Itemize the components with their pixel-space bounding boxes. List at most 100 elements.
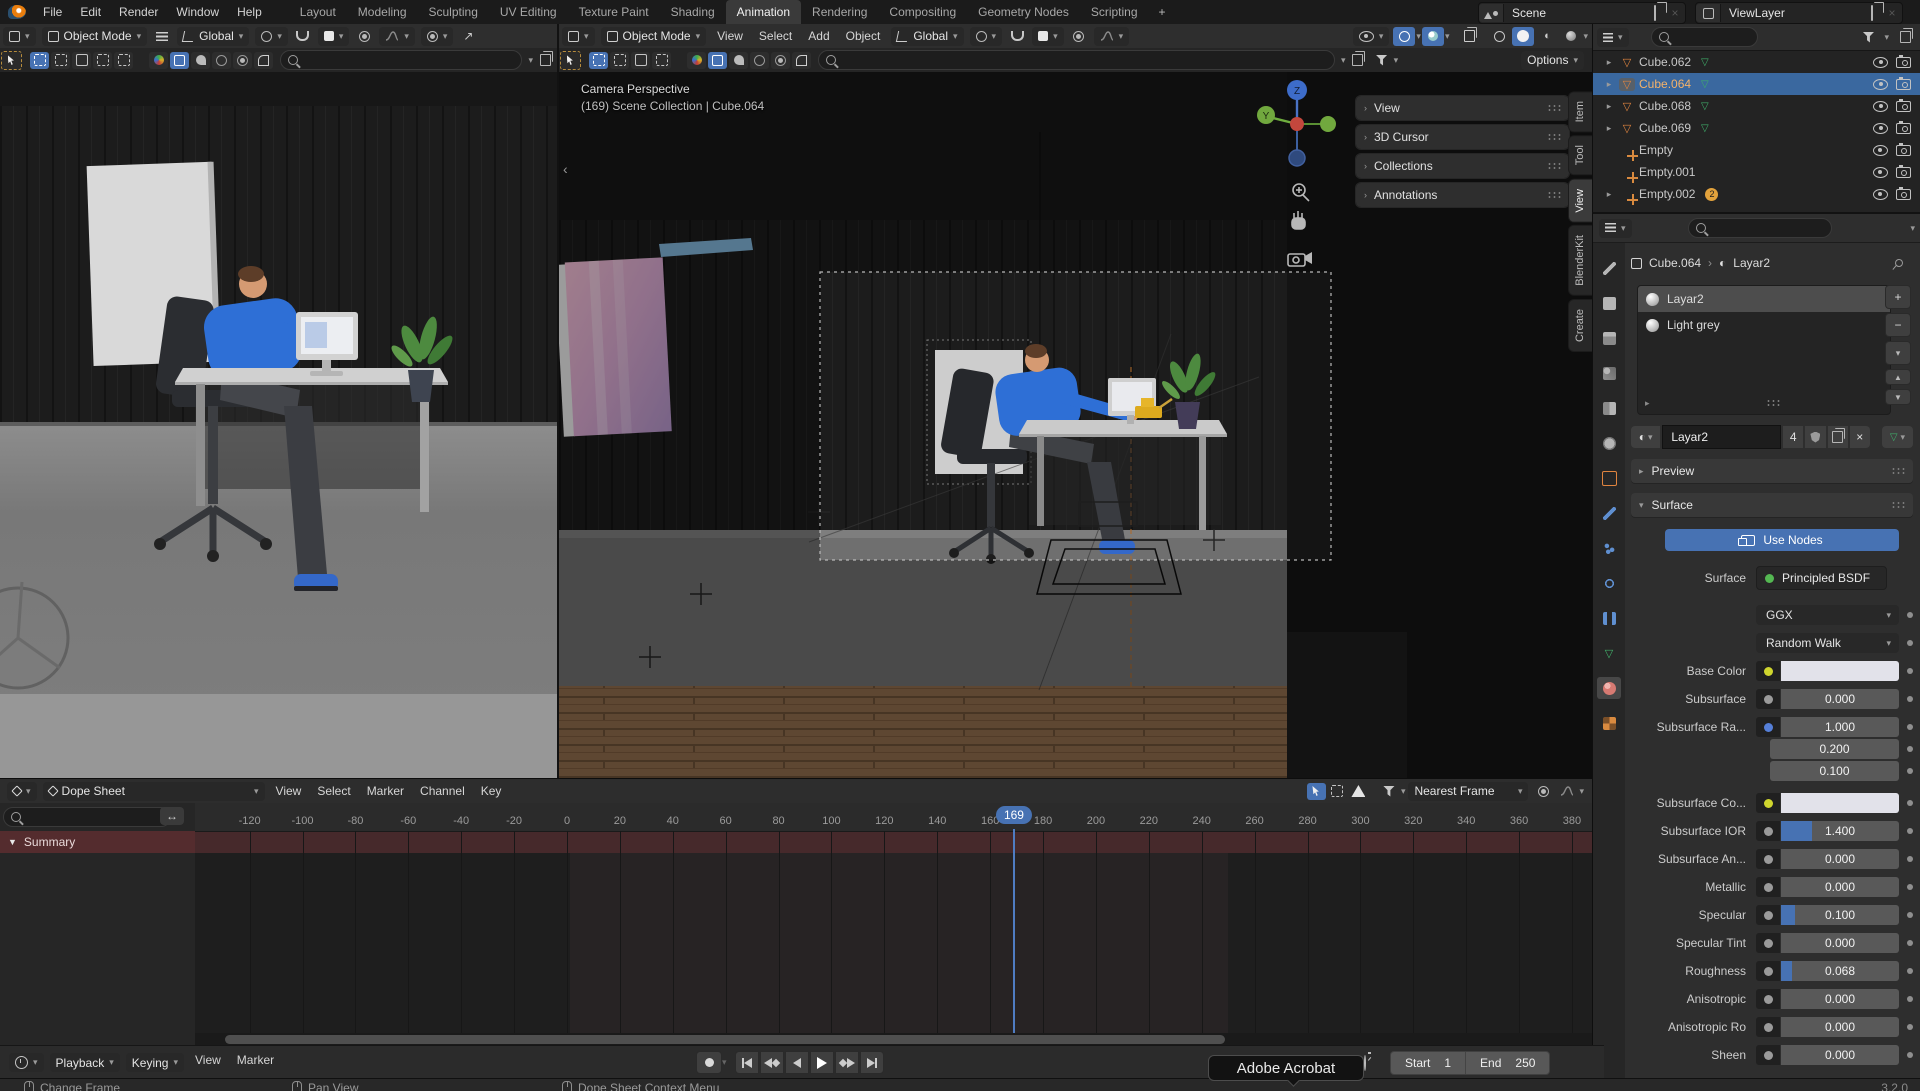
menu-edit[interactable]: Edit <box>71 5 110 19</box>
expand-icon[interactable]: ▸ <box>1645 398 1650 409</box>
viewport-right-scene[interactable]: Z Y ‹ Camera Perspect <box>559 72 1594 778</box>
selection-box-icon[interactable] <box>1328 783 1347 800</box>
search-input[interactable] <box>818 50 1335 70</box>
workspace-tab-animation[interactable]: Animation <box>726 0 801 24</box>
decorator-dot-icon[interactable] <box>1907 1024 1913 1030</box>
dope-sheet-timeline[interactable]: -120-100-80-60-40-2002040608010012014016… <box>195 803 1592 1046</box>
properties-tab-physics[interactable] <box>1597 572 1621 594</box>
decorator-dot-icon[interactable] <box>1907 856 1913 862</box>
disable-in-render-icon[interactable] <box>1896 79 1911 90</box>
select-mode-4-icon[interactable] <box>652 52 671 69</box>
playback-menu-view[interactable]: View <box>187 1053 229 1072</box>
properties-tab-texture[interactable] <box>1597 712 1621 734</box>
viewport-toggle-3-icon[interactable] <box>212 52 231 69</box>
hide-in-viewport-icon[interactable] <box>1873 57 1888 68</box>
sidebar-tab-view[interactable]: View <box>1569 180 1594 222</box>
viewport-toggle-5-icon[interactable] <box>792 52 811 69</box>
unlink-material-button[interactable]: × <box>1850 426 1870 448</box>
playhead-line[interactable] <box>1013 829 1015 1033</box>
outliner-item-cube.068[interactable]: ▸▽Cube.068▽ <box>1593 95 1920 117</box>
decorator-dot-icon[interactable] <box>1907 800 1913 806</box>
prop-roughness[interactable]: Roughness0.068 <box>1631 961 1913 981</box>
properties-options-icon[interactable]: ▾ <box>1910 223 1915 234</box>
properties-tab-world[interactable] <box>1597 432 1621 454</box>
select-mode-1-icon[interactable] <box>589 52 608 69</box>
disable-in-render-icon[interactable] <box>1896 145 1911 156</box>
select-mode-2-icon[interactable] <box>610 52 629 69</box>
fake-user-button[interactable] <box>1805 426 1825 448</box>
hide-in-viewport-icon[interactable] <box>1873 167 1888 178</box>
prop-random-walk[interactable]: Random Walk▾ <box>1631 633 1913 653</box>
material-name-field[interactable]: Layar2 <box>1662 425 1781 449</box>
viewlayer-icon[interactable] <box>1696 4 1721 22</box>
sidebar-tab-item[interactable]: Item <box>1569 92 1594 131</box>
workspace-tab-shading[interactable]: Shading <box>660 0 726 24</box>
play-reverse-button[interactable] <box>785 1051 809 1074</box>
panel-preview[interactable]: ▸ Preview <box>1631 459 1913 483</box>
disable-in-render-icon[interactable] <box>1896 57 1911 68</box>
viewport-toggle-1-icon[interactable] <box>708 52 727 69</box>
proportional-editing-icon[interactable] <box>353 27 375 46</box>
use-nodes-button[interactable]: Use Nodes <box>1665 529 1899 551</box>
viewport-toggle-4-icon[interactable] <box>771 52 790 69</box>
outliner-item-cube.064[interactable]: ▸▽Cube.064▽ <box>1593 73 1920 95</box>
properties-tab-particles[interactable] <box>1597 537 1621 559</box>
viewport-menu-object[interactable]: Object <box>838 29 889 43</box>
outliner-item-empty.002[interactable]: ▸Empty.0022 <box>1593 183 1920 205</box>
decorator-dot-icon[interactable] <box>1907 996 1913 1002</box>
decorator-dot-icon[interactable] <box>1907 912 1913 918</box>
options-dropdown[interactable]: Options▾ <box>1521 51 1584 70</box>
decorator-dot-icon[interactable] <box>1907 668 1913 674</box>
editor-type-dropdown[interactable]: ▾ <box>7 782 37 801</box>
shader-select[interactable]: Principled BSDF <box>1756 566 1887 590</box>
tweak-tool-icon[interactable] <box>560 51 581 70</box>
hamburger-menu-icon[interactable] <box>151 27 173 46</box>
outliner-item-empty.001[interactable]: Empty.001 <box>1593 161 1920 183</box>
properties-tab-render[interactable] <box>1597 292 1621 314</box>
properties-tab-object-data[interactable]: ▽ <box>1597 642 1621 664</box>
sidebar-tab-tool[interactable]: Tool <box>1569 136 1594 174</box>
prop-sheen[interactable]: Sheen0.000 <box>1631 1045 1913 1065</box>
workspace-tab-uv-editing[interactable]: UV Editing <box>489 0 568 24</box>
material-slot-layar2[interactable]: Layar2 <box>1638 286 1890 312</box>
timeline-ruler[interactable]: -120-100-80-60-40-2002040608010012014016… <box>195 803 1592 832</box>
filter-icon[interactable] <box>1378 782 1400 801</box>
proportional-editing-icon[interactable] <box>1068 27 1090 46</box>
jump-to-end-button[interactable] <box>860 1051 884 1074</box>
workspace-tab-rendering[interactable]: Rendering <box>801 0 878 24</box>
viewport-toggle-2-icon[interactable] <box>729 52 748 69</box>
orientation-dropdown[interactable]: Global▾ <box>177 27 249 46</box>
editor-type-dropdown[interactable]: ▾ <box>3 27 36 46</box>
snapping-target-dropdown[interactable]: ▾ <box>970 27 1003 46</box>
workspace-tab-sculpting[interactable]: Sculpting <box>418 0 489 24</box>
clip-attributes-icon[interactable] <box>534 51 556 70</box>
tweak-tool-icon[interactable] <box>1 51 22 70</box>
select-mode-3-icon[interactable] <box>72 52 91 69</box>
sidebar-tab-create[interactable]: Create <box>1569 300 1594 351</box>
decorator-dot-icon[interactable] <box>1907 768 1913 774</box>
menu-help[interactable]: Help <box>228 5 271 19</box>
prop-subsurface[interactable]: Subsurface0.000 <box>1631 689 1913 709</box>
snap-mode-dropdown[interactable]: Nearest Frame▾ <box>1408 782 1528 801</box>
summary-channel[interactable]: ▼ Summary <box>0 831 195 853</box>
select-mode-1-icon[interactable] <box>30 52 49 69</box>
properties-tab-constraints[interactable] <box>1597 607 1621 629</box>
new-material-button[interactable] <box>1828 426 1848 448</box>
decorator-dot-icon[interactable] <box>1907 696 1913 702</box>
select-mode-2-icon[interactable] <box>51 52 70 69</box>
properties-tab-view-layer[interactable] <box>1597 362 1621 384</box>
material-slot-light-grey[interactable]: Light grey <box>1638 312 1890 338</box>
properties-tab-output[interactable] <box>1597 327 1621 349</box>
workspace-tab-scripting[interactable]: Scripting <box>1080 0 1149 24</box>
falloff-icon[interactable] <box>1556 782 1578 801</box>
playback-dropdown-playback[interactable]: Playback▾ <box>50 1053 120 1072</box>
properties-search-input[interactable] <box>1688 218 1832 238</box>
viewport-toggle-3-icon[interactable] <box>750 52 769 69</box>
snapping-target-dropdown[interactable]: ▾ <box>255 27 288 46</box>
viewport-menu-add[interactable]: Add <box>800 29 837 43</box>
prop-anisotropic-ro[interactable]: Anisotropic Ro0.000 <box>1631 1017 1913 1037</box>
dope-sheet-menu-marker[interactable]: Marker <box>359 784 412 798</box>
breadcrumb-material[interactable]: Layar2 <box>1733 256 1770 270</box>
material-preview-icon[interactable] <box>687 52 706 69</box>
properties-tab-material[interactable] <box>1597 677 1621 699</box>
